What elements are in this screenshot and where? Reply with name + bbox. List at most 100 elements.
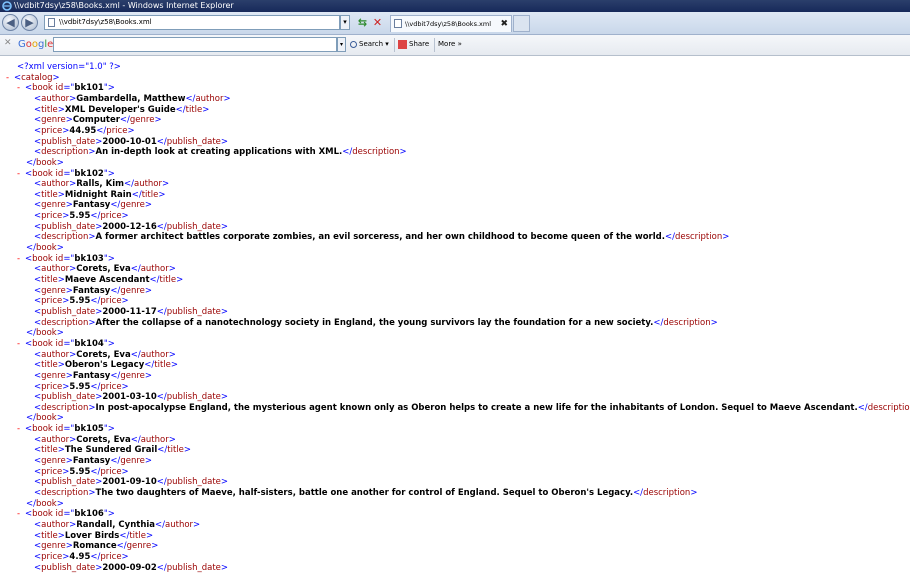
tag-name: price: [41, 125, 63, 136]
xml-field-description: <description>A former architect battles …: [34, 232, 729, 243]
tag-name: publish_date: [166, 392, 221, 403]
tag-bracket: >: [183, 445, 192, 456]
tag-bracket: </: [156, 562, 167, 573]
xml-field-description: <description>In post-apocalypse England,…: [34, 403, 910, 414]
tag-bracket: </: [144, 360, 155, 371]
xml-field-title: <title>The Sundered Grail</title>: [34, 445, 191, 456]
tag-name: genre: [41, 456, 66, 467]
attribute-quote: =": [63, 509, 75, 520]
tag-bracket: >: [88, 147, 96, 158]
address-bar[interactable]: \\vdbit7dsy\z58\Books.xml: [44, 15, 340, 30]
field-value: Corets, Eva: [76, 349, 131, 360]
field-value: 5.95: [69, 211, 91, 222]
collapse-toggle-icon[interactable]: -: [17, 509, 25, 520]
tag-name: price: [41, 381, 63, 392]
xml-field-price: <price>5.95</price>: [34, 382, 129, 393]
tag-name: price: [100, 466, 122, 477]
tab-title: \\vdbit7dsy\z58\Books.xml: [405, 20, 492, 28]
tag-name: description: [643, 488, 691, 498]
tag-name: price: [106, 125, 128, 136]
tag-bracket: >: [220, 136, 229, 147]
tag-bracket: </: [26, 243, 36, 254]
field-value: 2000-12-16: [102, 221, 157, 232]
collapse-toggle-icon[interactable]: -: [17, 83, 25, 94]
toolbar-close-icon[interactable]: ✕: [4, 38, 12, 48]
tag-name: title: [41, 104, 58, 115]
tag-name: title: [41, 360, 58, 371]
field-value: 5.95: [69, 381, 91, 392]
tag-name: book: [32, 338, 53, 349]
xml-book-close: </book>: [26, 243, 64, 254]
attribute-value: bk102: [74, 168, 104, 179]
tag-name: author: [41, 519, 70, 530]
back-button[interactable]: ◀: [2, 14, 19, 31]
xml-field-publish-date: <publish_date>2001-09-10</publish_date>: [34, 477, 228, 488]
new-tab-button[interactable]: [513, 15, 530, 32]
xml-declaration: <?xml version="1.0" ?>: [17, 62, 121, 73]
page-icon: [48, 18, 55, 27]
address-dropdown-button[interactable]: ▾: [340, 15, 350, 30]
share-button[interactable]: Share: [398, 38, 429, 51]
collapse-toggle-icon[interactable]: -: [17, 169, 25, 180]
tag-bracket: </: [156, 306, 167, 317]
xml-field-title: <title>Lover Birds</title>: [34, 531, 153, 542]
xml-book-open: - <book id="bk102">: [17, 169, 115, 180]
collapse-toggle-icon[interactable]: -: [17, 254, 25, 265]
tag-name: title: [159, 275, 177, 285]
xml-field-title: <title>XML Developer's Guide</title>: [34, 105, 209, 116]
refresh-button[interactable]: ⇆: [356, 16, 369, 29]
field-value: Fantasy: [72, 370, 111, 381]
tab-close-icon[interactable]: ✖: [500, 16, 508, 32]
tag-name: author: [140, 349, 169, 360]
xml-book-open: - <book id="bk104">: [17, 339, 115, 350]
tag-name: book: [36, 243, 57, 254]
tag-bracket: </: [110, 370, 121, 381]
tag-name: title: [129, 530, 146, 541]
collapse-toggle-icon[interactable]: -: [17, 424, 25, 435]
field-value: An in-depth look at creating application…: [95, 147, 343, 158]
tag-name: author: [41, 179, 70, 190]
xml-field-author: <author>Ralls, Kim</author>: [34, 179, 169, 190]
forward-arrow-icon: ▶: [25, 16, 34, 29]
more-button[interactable]: More »: [438, 38, 462, 51]
xml-field-price: <price>5.95</price>: [34, 467, 129, 478]
field-value: 2000-11-17: [102, 306, 157, 317]
tag-bracket: >: [57, 104, 65, 115]
google-search-button[interactable]: Search ▾: [350, 38, 389, 51]
collapse-toggle-icon[interactable]: -: [6, 73, 14, 84]
google-search-dropdown[interactable]: ▾: [337, 37, 346, 52]
share-label: Share: [409, 40, 430, 48]
tag-name: title: [154, 360, 171, 371]
attribute-quote: ">: [103, 253, 115, 264]
tag-bracket: >: [154, 115, 162, 126]
google-search-input[interactable]: [53, 37, 337, 52]
tag-bracket: >: [151, 541, 159, 552]
tag-name: book: [32, 509, 53, 520]
tag-name: publish_date: [41, 477, 96, 488]
attribute-quote: =": [63, 168, 75, 179]
tag-bracket: >: [144, 200, 152, 211]
tag-name: title: [41, 530, 58, 541]
collapse-toggle-icon[interactable]: -: [17, 339, 25, 350]
tag-name: book: [36, 328, 57, 339]
tab-books-xml[interactable]: \\vdbit7dsy\z58\Books.xml ✖: [390, 15, 512, 32]
close-icon: ✕: [372, 16, 383, 29]
tag-bracket: >: [88, 317, 96, 328]
tag-name: publish_date: [166, 136, 221, 147]
forward-button[interactable]: ▶: [21, 14, 38, 31]
field-value: 44.95: [69, 125, 97, 136]
field-value: Computer: [72, 115, 120, 126]
tag-bracket: >: [65, 370, 73, 381]
tag-name: publish_date: [41, 306, 96, 317]
attribute-quote: =": [63, 424, 75, 435]
field-value: Midnight Rain: [64, 189, 132, 200]
attribute-quote: ">: [103, 338, 115, 349]
toolbar-divider: [434, 38, 435, 52]
tag-name: description: [352, 147, 400, 158]
attribute-quote: =": [63, 253, 75, 264]
stop-button[interactable]: ✕: [371, 16, 384, 29]
tag-name: description: [41, 488, 89, 498]
tag-name: genre: [120, 456, 145, 467]
tag-bracket: </: [633, 488, 644, 498]
attribute-quote: ">: [103, 168, 115, 179]
